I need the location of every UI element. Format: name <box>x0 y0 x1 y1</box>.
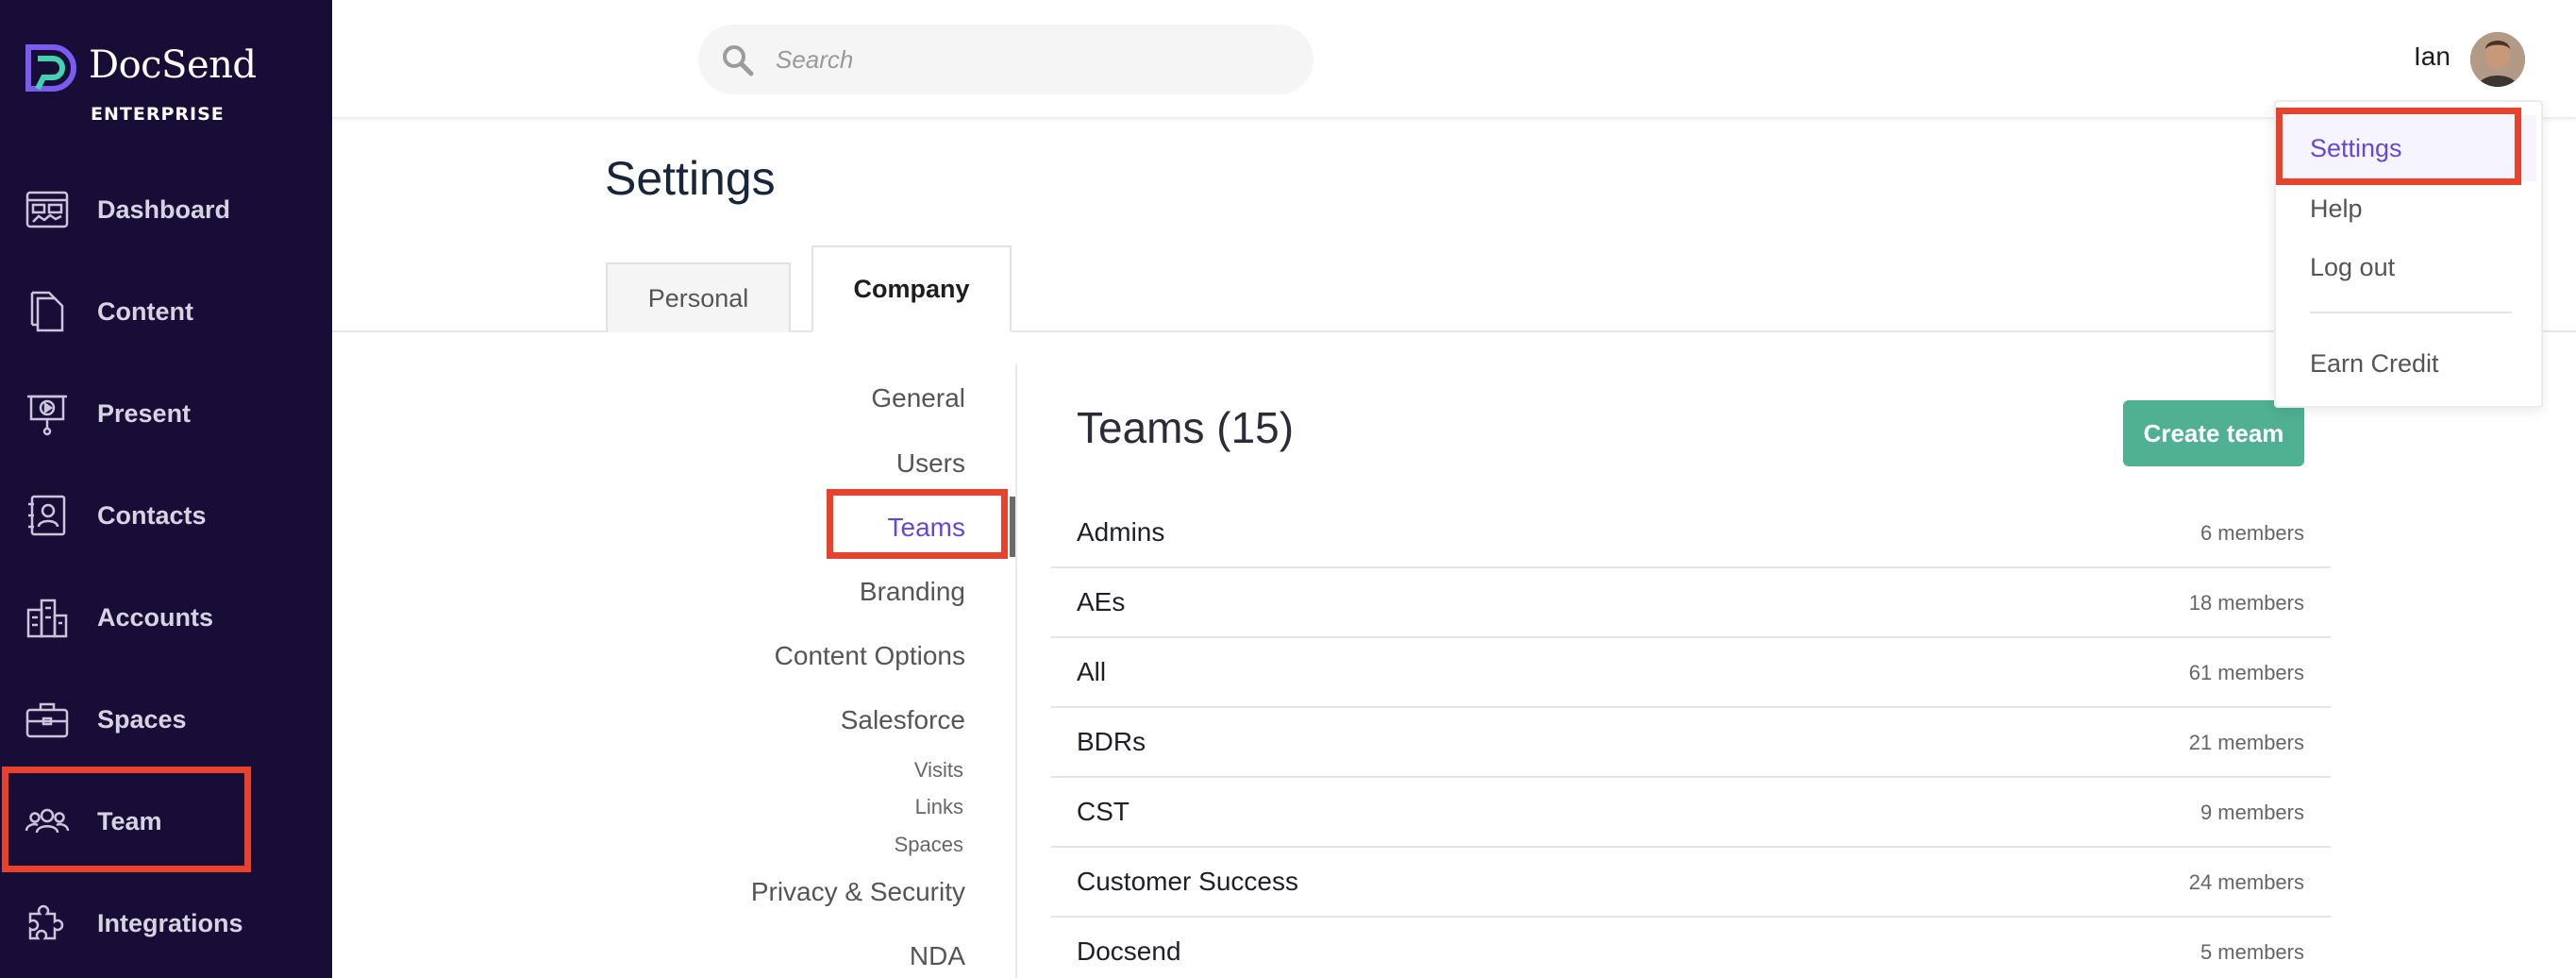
settings-nav-divider <box>1015 364 1017 978</box>
team-name: AEs <box>1077 587 1126 616</box>
dashboard-icon <box>25 187 70 232</box>
settings-nav-users[interactable]: Users <box>896 448 965 479</box>
table-row[interactable]: Docsend 5 members <box>1051 918 2331 978</box>
avatar[interactable] <box>2470 32 2525 87</box>
sidebar-item-label: Spaces <box>97 704 187 734</box>
search-input[interactable] <box>776 38 1285 81</box>
contacts-icon <box>25 493 70 538</box>
table-row[interactable]: All 61 members <box>1051 638 2331 708</box>
settings-highlight-box <box>2276 108 2521 185</box>
table-row[interactable]: BDRs 21 members <box>1051 708 2331 778</box>
team-member-count: 24 members <box>2188 870 2304 894</box>
search-icon <box>723 45 754 76</box>
menu-item-log-out[interactable]: Log out <box>2310 253 2395 282</box>
sidebar-item-label: Accounts <box>97 602 214 632</box>
team-name: All <box>1077 657 1107 686</box>
accounts-icon <box>25 595 70 640</box>
sidebar-item-present[interactable]: Present <box>0 370 332 457</box>
sidebar-item-label: Integrations <box>97 908 243 937</box>
sidebar-item-dashboard[interactable]: Dashboard <box>0 166 332 253</box>
sidebar-item-contacts[interactable]: Contacts <box>0 472 332 559</box>
team-name: Docsend <box>1077 936 1181 966</box>
table-row[interactable]: Customer Success 24 members <box>1051 848 2331 918</box>
team-name: Customer Success <box>1077 867 1298 896</box>
menu-divider <box>2310 312 2512 313</box>
create-team-button[interactable]: Create team <box>2123 400 2304 466</box>
team-member-count: 21 members <box>2188 731 2304 754</box>
settings-nav-branding[interactable]: Branding <box>860 577 965 607</box>
brand-tier: ENTERPRISE <box>91 104 225 125</box>
sidebar-item-accounts[interactable]: Accounts <box>0 574 332 661</box>
team-name: Admins <box>1077 517 1165 547</box>
integrations-icon <box>25 901 70 946</box>
sidebar-item-label: Contacts <box>97 500 207 530</box>
menu-item-help[interactable]: Help <box>2310 194 2363 224</box>
tab-company[interactable]: Company <box>811 245 1012 332</box>
sidebar-item-label: Dashboard <box>97 194 231 224</box>
settings-nav-spaces[interactable]: Spaces <box>895 833 963 857</box>
team-highlight-box <box>2 767 251 872</box>
teams-highlight-box <box>827 489 1008 559</box>
settings-nav-active-indicator <box>1010 497 1015 557</box>
page-title: Settings <box>605 152 776 205</box>
avatar-photo-icon <box>2470 32 2525 87</box>
settings-nav-salesforce[interactable]: Salesforce <box>841 705 965 735</box>
team-member-count: 9 members <box>2200 801 2304 824</box>
sidebar-item-label: Content <box>97 296 193 326</box>
spaces-icon <box>25 697 70 742</box>
table-row[interactable]: AEs 18 members <box>1051 568 2331 638</box>
team-name: BDRs <box>1077 727 1146 756</box>
search-bar[interactable] <box>698 25 1313 94</box>
table-row[interactable]: Admins 6 members <box>1051 498 2331 568</box>
team-member-count: 6 members <box>2200 521 2304 545</box>
team-member-count: 18 members <box>2188 591 2304 615</box>
settings-nav-content-options[interactable]: Content Options <box>775 641 965 671</box>
content-icon <box>25 289 70 334</box>
settings-nav-visits[interactable]: Visits <box>914 758 963 783</box>
sidebar-item-integrations[interactable]: Integrations <box>0 880 332 967</box>
brand-name: DocSend <box>89 43 257 87</box>
sidebar-item-label: Present <box>97 398 192 428</box>
user-name[interactable]: Ian <box>2414 42 2451 72</box>
settings-nav-links[interactable]: Links <box>915 795 963 819</box>
team-name: CST <box>1077 797 1129 826</box>
tab-personal[interactable]: Personal <box>606 262 791 332</box>
menu-item-earn-credit[interactable]: Earn Credit <box>2310 349 2439 379</box>
top-header <box>332 0 2576 119</box>
teams-title: Teams (15) <box>1077 403 1295 452</box>
team-member-count: 5 members <box>2200 940 2304 964</box>
brand[interactable]: DocSend ENTERPRISE <box>25 40 308 134</box>
settings-nav-general[interactable]: General <box>871 383 965 413</box>
settings-nav-nda[interactable]: NDA <box>910 941 965 971</box>
sidebar-item-spaces[interactable]: Spaces <box>0 676 332 763</box>
settings-nav-privacy-security[interactable]: Privacy & Security <box>751 877 965 907</box>
sidebar-item-content[interactable]: Content <box>0 268 332 355</box>
docsend-logo-icon <box>25 44 76 92</box>
team-member-count: 61 members <box>2188 661 2304 684</box>
table-row[interactable]: CST 9 members <box>1051 778 2331 848</box>
present-icon <box>25 391 70 436</box>
